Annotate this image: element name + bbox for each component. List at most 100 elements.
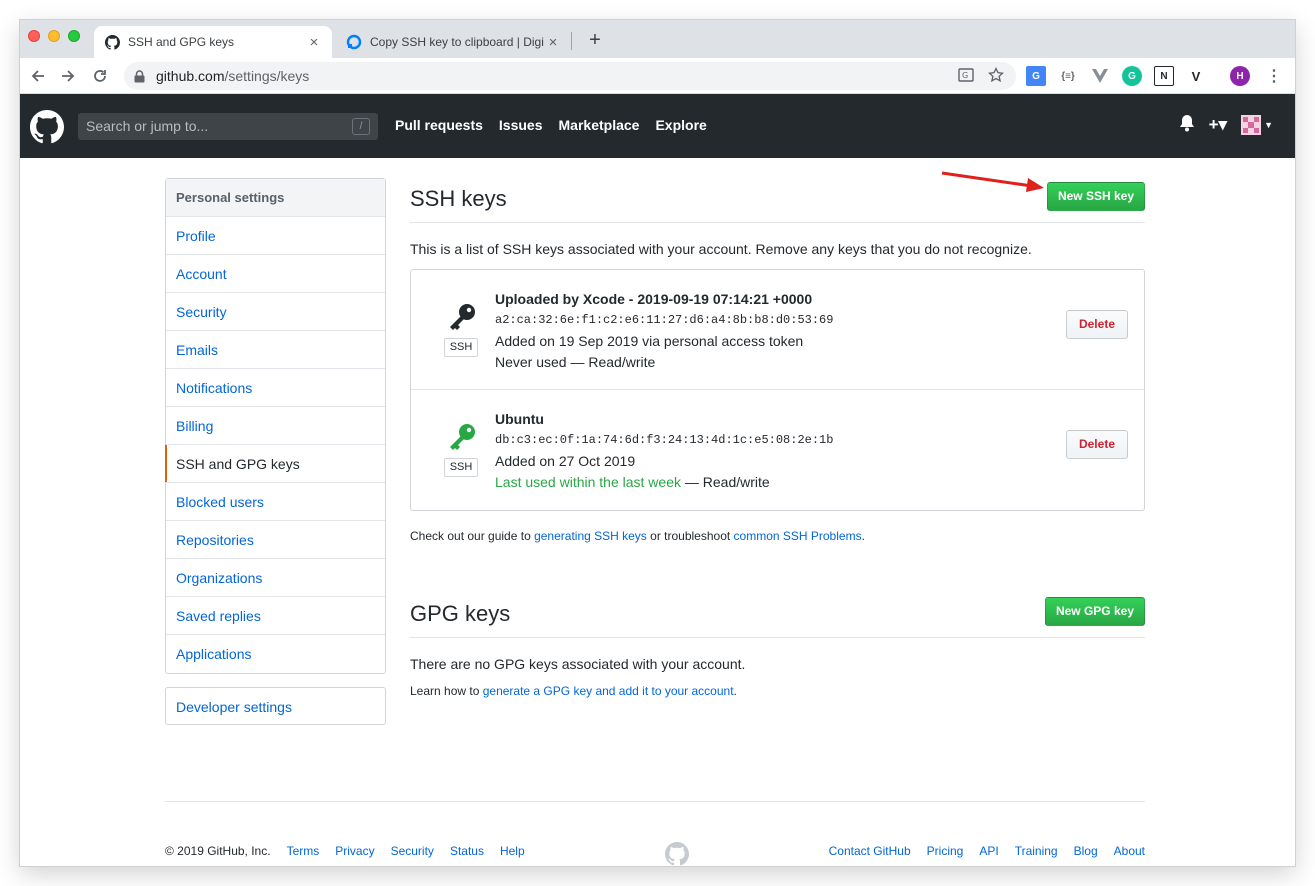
- key-added-date: Added on 27 Oct 2019: [495, 453, 636, 469]
- note-text: or troubleshoot: [646, 529, 734, 543]
- sidebar-item-repositories[interactable]: Repositories: [166, 521, 385, 559]
- copyright: © 2019 GitHub, Inc.: [165, 844, 271, 858]
- sidebar-item-security[interactable]: Security: [166, 293, 385, 331]
- new-ssh-key-button[interactable]: New SSH key: [1046, 182, 1145, 211]
- footer-link-blog[interactable]: Blog: [1074, 844, 1098, 858]
- forward-icon[interactable]: [56, 64, 80, 88]
- minimize-window-button[interactable]: [48, 30, 60, 42]
- global-nav: Pull requests Issues Marketplace Explore: [395, 117, 707, 133]
- github-logo-icon[interactable]: [30, 110, 64, 144]
- tab-title: Copy SSH key to clipboard | Digi: [370, 35, 544, 49]
- ssh-label: SSH: [444, 338, 478, 357]
- search-placeholder: Search or jump to...: [86, 118, 209, 134]
- generating-ssh-keys-link[interactable]: generating SSH keys: [534, 529, 647, 543]
- ssh-keys-description: This is a list of SSH keys associated wi…: [410, 241, 1032, 257]
- tab-title: SSH and GPG keys: [128, 35, 235, 49]
- translate-icon[interactable]: G: [958, 67, 974, 86]
- key-added-date: Added on 19 Sep 2019 via personal access…: [495, 333, 804, 349]
- footer-link-api[interactable]: API: [979, 844, 998, 858]
- footer-link-privacy[interactable]: Privacy: [335, 844, 374, 858]
- create-new-dropdown[interactable]: +▾: [1209, 115, 1227, 135]
- key-info: Uploaded by Xcode - 2019-09-19 07:14:21 …: [495, 289, 833, 373]
- delete-key-button[interactable]: Delete: [1065, 430, 1128, 459]
- browser-toolbar: github.com/settings/keys G G {≡} G N V H…: [20, 58, 1295, 94]
- footer-right: Contact GitHub Pricing API Training Blog…: [829, 844, 1145, 858]
- key-usage: Last used within the last week — Read/wr…: [495, 472, 833, 493]
- notion-extension-icon[interactable]: N: [1154, 66, 1174, 86]
- sidebar-item-account[interactable]: Account: [166, 255, 385, 293]
- gpg-keys-title: GPG keys: [410, 601, 511, 626]
- browser-menu-icon[interactable]: ⋮: [1264, 66, 1284, 86]
- close-tab-icon[interactable]: ×: [306, 34, 322, 51]
- footer-link-status[interactable]: Status: [450, 844, 484, 858]
- tab-copy-ssh-key[interactable]: Copy SSH key to clipboard | Digi ×: [336, 26, 571, 58]
- key-title: Ubuntu: [495, 411, 544, 427]
- generate-gpg-key-link[interactable]: generate a GPG key and add it to your ac…: [483, 684, 734, 698]
- note-text: Check out our guide to: [410, 529, 535, 543]
- bookmark-star-icon[interactable]: [988, 66, 1004, 86]
- footer-link-pricing[interactable]: Pricing: [927, 844, 964, 858]
- key-info: Ubuntu db:c3:ec:0f:1a:74:6d:f3:24:13:4d:…: [495, 409, 833, 493]
- header-actions: +▾ ▼: [1179, 114, 1273, 135]
- sidebar-item-ssh-gpg-keys[interactable]: SSH and GPG keys: [165, 445, 385, 483]
- sidebar-item-notifications[interactable]: Notifications: [166, 369, 385, 407]
- footer-link-security[interactable]: Security: [391, 844, 434, 858]
- sidebar-item-blocked-users[interactable]: Blocked users: [166, 483, 385, 521]
- slash-shortcut-hint: /: [352, 118, 370, 135]
- key-usage: Never used — Read/write: [495, 354, 656, 370]
- footer-left: © 2019 GitHub, Inc. Terms Privacy Securi…: [165, 844, 525, 858]
- sidebar-item-emails[interactable]: Emails: [166, 331, 385, 369]
- new-gpg-key-button[interactable]: New GPG key: [1044, 597, 1145, 626]
- key-access: — Read/write: [681, 474, 770, 490]
- note-text: .: [861, 529, 865, 543]
- nav-issues[interactable]: Issues: [499, 117, 543, 133]
- browser-window: SSH and GPG keys × Copy SSH key to clipb…: [20, 20, 1295, 866]
- nav-marketplace[interactable]: Marketplace: [559, 117, 640, 133]
- github-mark-icon[interactable]: [665, 842, 689, 866]
- vimeo-extension-icon[interactable]: V: [1186, 66, 1206, 86]
- reload-icon[interactable]: [88, 64, 112, 88]
- key-last-used: Last used within the last week: [495, 474, 681, 490]
- footer-link-help[interactable]: Help: [500, 844, 525, 858]
- footer-link-terms[interactable]: Terms: [287, 844, 320, 858]
- google-translate-extension-icon[interactable]: G: [1026, 66, 1046, 86]
- tab-separator: [571, 32, 572, 50]
- footer-link-training[interactable]: Training: [1015, 844, 1058, 858]
- user-avatar[interactable]: ▼: [1241, 114, 1273, 135]
- ssh-key-row: SSH Ubuntu db:c3:ec:0f:1a:74:6d:f3:24:13…: [411, 390, 1144, 510]
- json-extension-icon[interactable]: {≡}: [1058, 66, 1078, 86]
- address-bar[interactable]: github.com/settings/keys G: [124, 62, 1016, 90]
- common-ssh-problems-link[interactable]: common SSH Problems: [734, 529, 862, 543]
- annotation-arrow-icon: [941, 171, 1044, 192]
- close-tab-icon[interactable]: ×: [545, 34, 561, 51]
- close-window-button[interactable]: [28, 30, 40, 42]
- github-header: Search or jump to... / Pull requests Iss…: [20, 94, 1295, 158]
- back-icon[interactable]: [26, 64, 50, 88]
- nav-explore[interactable]: Explore: [655, 117, 706, 133]
- grammarly-extension-icon[interactable]: G: [1122, 66, 1142, 86]
- search-input[interactable]: Search or jump to... /: [78, 113, 378, 140]
- sidebar-item-profile[interactable]: Profile: [166, 217, 385, 255]
- profile-avatar[interactable]: H: [1230, 66, 1250, 86]
- lock-icon: [134, 69, 148, 83]
- sidebar-item-organizations[interactable]: Organizations: [166, 559, 385, 597]
- vue-devtools-extension-icon[interactable]: [1090, 66, 1110, 86]
- sidebar-item-billing[interactable]: Billing: [166, 407, 385, 445]
- footer-link-about[interactable]: About: [1114, 844, 1145, 858]
- page-content: Personal settings Profile Account Securi…: [20, 158, 1295, 866]
- tab-strip: SSH and GPG keys × Copy SSH key to clipb…: [20, 20, 1295, 58]
- tab-ssh-gpg-keys[interactable]: SSH and GPG keys ×: [94, 26, 332, 58]
- bell-icon[interactable]: [1179, 114, 1195, 135]
- new-tab-button[interactable]: +: [582, 28, 608, 54]
- gpg-keys-header: GPG keys New GPG key: [410, 593, 1145, 638]
- chevron-down-icon: ▼: [1264, 119, 1273, 130]
- maximize-window-button[interactable]: [68, 30, 80, 42]
- gpg-empty-message: There are no GPG keys associated with yo…: [410, 656, 746, 672]
- nav-pull-requests[interactable]: Pull requests: [395, 117, 483, 133]
- sidebar-item-developer-settings[interactable]: Developer settings: [165, 687, 386, 725]
- delete-key-button[interactable]: Delete: [1065, 310, 1128, 339]
- footer-link-contact[interactable]: Contact GitHub: [829, 844, 911, 858]
- page-footer: © 2019 GitHub, Inc. Terms Privacy Securi…: [165, 801, 1145, 866]
- sidebar-item-applications[interactable]: Applications: [166, 635, 385, 673]
- sidebar-item-saved-replies[interactable]: Saved replies: [166, 597, 385, 635]
